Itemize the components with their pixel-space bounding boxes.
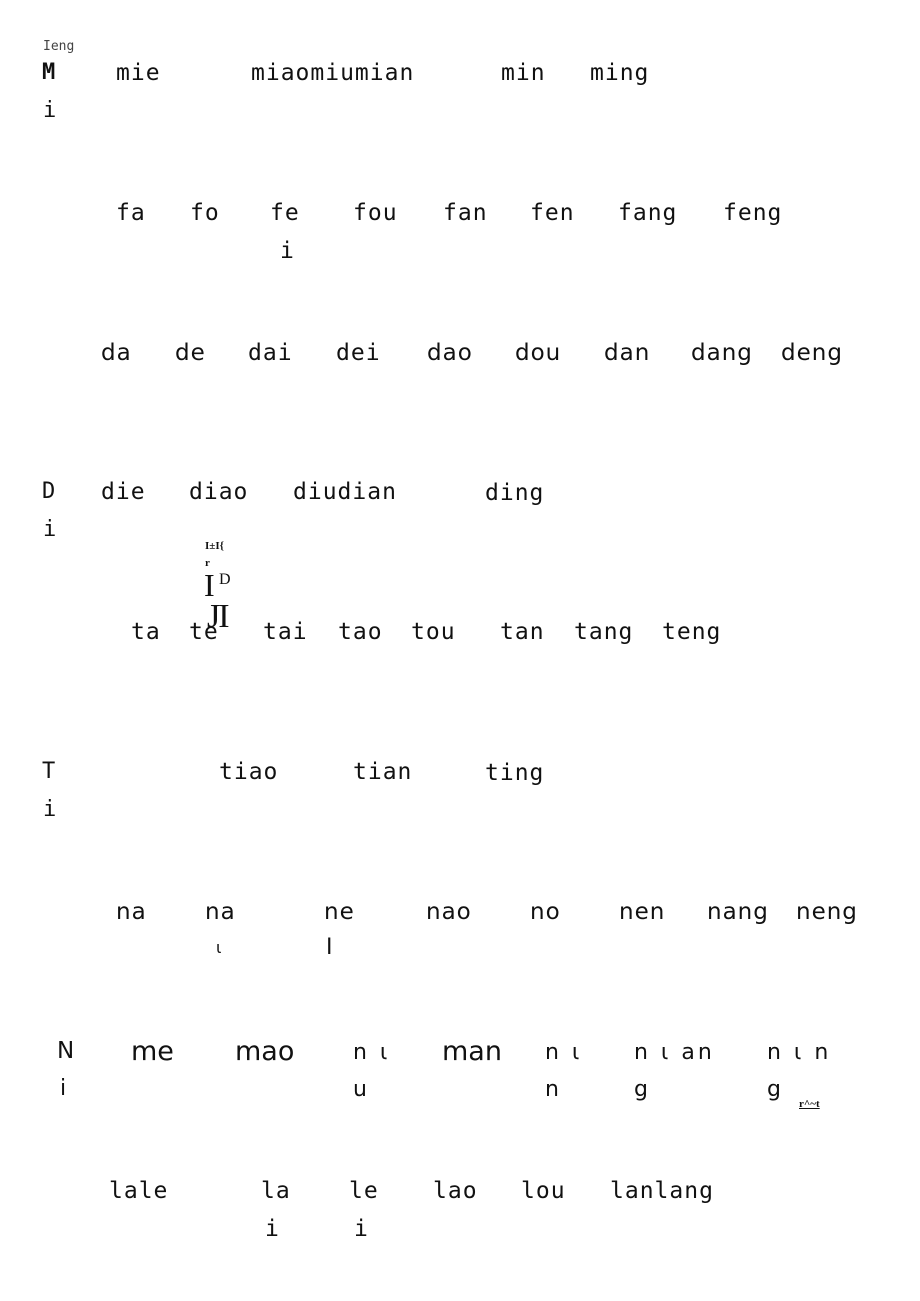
syllable-fe-sub: i [280, 238, 295, 264]
syllable-niu-bottom: u [353, 1077, 368, 1102]
syllable-fan: fan [443, 200, 488, 226]
syllable-diao: diao [189, 479, 249, 505]
syllable-tang: tang [574, 619, 634, 645]
syllable-niu-top: n ι [353, 1040, 391, 1065]
syllable-da: da [101, 340, 132, 366]
syllable-feng: feng [723, 200, 783, 226]
syllable-lanlang: lanlang [610, 1178, 714, 1204]
footnote-mark: r^~t [799, 1098, 820, 1110]
syllable-nian-top: n ι an [634, 1040, 715, 1065]
syllable-fang: fang [618, 200, 678, 226]
syllable-dai: dai [248, 340, 293, 366]
syllable-fo: fo [190, 200, 220, 226]
syllable-deng: deng [781, 340, 843, 366]
syllable-ming: ming [590, 60, 650, 86]
initial-m: M [42, 60, 57, 85]
syllable-la-sub: i [265, 1216, 280, 1242]
syllable-fa: fa [116, 200, 146, 226]
initial-t: T [42, 759, 57, 784]
syllable-te: te [189, 619, 219, 645]
syllable-ning-top: n ι n [767, 1040, 832, 1065]
syllable-fe: fe [270, 200, 300, 226]
syllable-neng: neng [796, 899, 858, 925]
syllable-ta: ta [131, 619, 161, 645]
syllable-die: die [101, 479, 146, 505]
syllable-fen: fen [530, 200, 575, 226]
syllable-tan: tan [500, 619, 545, 645]
syllable-tiao: tiao [219, 759, 279, 785]
syllable-na: na [116, 899, 147, 925]
syllable-teng: teng [662, 619, 722, 645]
syllable-na-2-sub: ι [216, 938, 223, 957]
syllable-min: min [501, 60, 546, 86]
artifact-line-3-sup: D [219, 571, 231, 588]
syllable-la: la [261, 1178, 291, 1204]
syllable-ne: ne [324, 899, 355, 925]
syllable-nin-bottom: n [545, 1077, 560, 1102]
syllable-man: man [442, 1036, 502, 1067]
syllable-lale: lale [109, 1178, 169, 1204]
syllable-na-2: na [205, 899, 236, 925]
syllable-tian: tian [353, 759, 413, 785]
initial-n-sub: i [60, 1076, 68, 1101]
syllable-ting: ting [485, 760, 545, 786]
syllable-fou: fou [353, 200, 398, 226]
syllable-me: me [131, 1036, 174, 1067]
syllable-le-sub: i [354, 1216, 369, 1242]
syllable-lao: lao [433, 1178, 478, 1204]
initial-n: N [57, 1038, 75, 1064]
initial-d-sub: i [43, 517, 58, 542]
syllable-dan: dan [604, 340, 651, 366]
syllable-tao: tao [338, 619, 383, 645]
syllable-mao: mao [235, 1036, 295, 1067]
syllable-ning-bottom: g [767, 1077, 782, 1102]
syllable-dou: dou [515, 340, 562, 366]
initial-m-sub: i [43, 98, 58, 123]
syllable-nin-top: n ι [545, 1040, 583, 1065]
syllable-nao: nao [426, 899, 472, 925]
header-label: Ieng [43, 39, 75, 54]
syllable-de: de [175, 340, 206, 366]
syllable-dao: dao [427, 340, 473, 366]
syllable-ne-sub: I [326, 935, 334, 960]
syllable-nian-bottom: g [634, 1077, 649, 1102]
syllable-nen: nen [619, 899, 666, 925]
initial-d: D [42, 479, 57, 504]
syllable-miaomiumian: miaomiumian [251, 60, 415, 86]
syllable-nang: nang [707, 899, 769, 925]
syllable-ding: ding [485, 480, 545, 506]
syllable-dang: dang [691, 340, 753, 366]
syllable-le: le [349, 1178, 379, 1204]
syllable-tou: tou [411, 619, 456, 645]
artifact-line-3: I [204, 567, 215, 603]
syllable-mie: mie [116, 60, 161, 86]
artifact-line-1: I±I{ [205, 540, 224, 552]
syllable-dei: dei [336, 340, 381, 366]
syllable-diudian: diudian [293, 479, 397, 505]
initial-t-sub: i [43, 797, 58, 822]
syllable-no: no [530, 899, 561, 925]
syllable-tai: tai [263, 619, 308, 645]
syllable-lou: lou [521, 1178, 566, 1204]
